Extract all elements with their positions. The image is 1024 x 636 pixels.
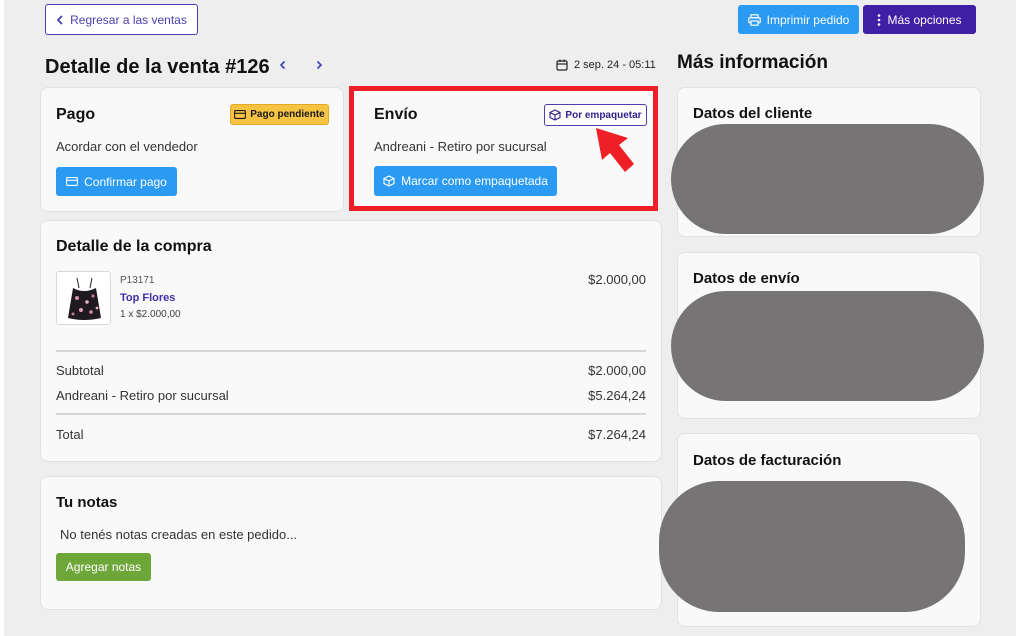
previous-order-button[interactable]: [274, 57, 290, 73]
purchase-detail-card: Detalle de la compra P13171 Top Flores 1…: [40, 220, 662, 462]
shipping-cost-label: Andreani - Retiro por sucursal: [56, 388, 229, 403]
product-price: $2.000,00: [588, 272, 646, 287]
notes-empty-text: No tenés notas creadas en este pedido...: [60, 527, 298, 542]
payment-method-text: Acordar con el vendedor: [56, 139, 198, 154]
dots-vertical-icon: [878, 13, 881, 26]
redacted-area: [659, 481, 965, 612]
divider: [56, 413, 646, 415]
more-info-title: Más información: [677, 52, 828, 73]
back-button-label: Regresar a las ventas: [70, 12, 187, 27]
divider: [56, 350, 646, 352]
confirm-payment-button[interactable]: Confirmar pago: [56, 167, 177, 196]
shipping-cost-value: $5.264,24: [588, 388, 646, 403]
payment-pending-badge: Pago pendiente: [230, 104, 329, 125]
redacted-area: [671, 124, 984, 234]
package-icon: [383, 175, 395, 187]
chevron-left-icon: [279, 60, 285, 70]
product-sku: P13171: [120, 275, 155, 286]
payment-badge-label: Pago pendiente: [250, 109, 325, 120]
subtotal-label: Subtotal: [56, 363, 104, 378]
more-options-label: Más opciones: [887, 12, 962, 27]
mark-packed-label: Marcar como empaquetada: [401, 174, 548, 188]
billing-data-card: Datos de facturación: [659, 433, 981, 627]
order-date-text: 2 sep. 24 - 05:11: [574, 59, 656, 71]
print-button-label: Imprimir pedido: [766, 12, 850, 27]
client-data-title: Datos del cliente: [693, 105, 813, 122]
product-quantity: 1 x $2.000,00: [120, 309, 181, 320]
product-image-icon: [57, 272, 110, 324]
client-data-card: Datos del cliente: [671, 87, 984, 237]
notes-title: Tu notas: [56, 494, 118, 511]
next-order-button[interactable]: [311, 57, 327, 73]
more-options-button[interactable]: Más opciones: [863, 5, 976, 34]
shipping-method-text: Andreani - Retiro por sucursal: [374, 139, 547, 154]
subtotal-value: $2.000,00: [588, 363, 646, 378]
shipping-title: Envío: [374, 106, 418, 123]
billing-data-title: Datos de facturación: [693, 452, 842, 469]
calendar-icon: [556, 59, 568, 71]
back-to-sales-button[interactable]: Regresar a las ventas: [45, 4, 198, 35]
print-order-button[interactable]: Imprimir pedido: [738, 5, 859, 34]
credit-card-icon: [234, 110, 247, 119]
product-name-link[interactable]: Top Flores: [120, 292, 175, 304]
payment-title: Pago: [56, 106, 96, 123]
shipping-data-title: Datos de envío: [693, 270, 800, 287]
confirm-payment-label: Confirmar pago: [84, 174, 167, 189]
printer-icon: [747, 13, 761, 26]
chevron-left-icon: [56, 14, 63, 25]
notes-card: Tu notas No tenés notas creadas en este …: [40, 476, 662, 610]
total-value: $7.264,24: [588, 427, 646, 442]
payment-card: Pago Pago pendiente Acordar con el vende…: [40, 87, 344, 212]
credit-card-icon: [66, 177, 79, 186]
arrow-pointer-icon: [596, 128, 634, 172]
to-pack-badge: Por empaquetar: [544, 104, 647, 126]
total-label: Total: [56, 427, 84, 442]
add-notes-button[interactable]: Agregar notas: [56, 553, 151, 581]
package-icon: [549, 109, 561, 121]
to-pack-badge-label: Por empaquetar: [565, 109, 642, 121]
purchase-detail-title: Detalle de la compra: [56, 238, 212, 255]
shipping-data-card: Datos de envío: [671, 252, 984, 419]
page-title: Detalle de la venta #126: [45, 56, 270, 78]
product-thumbnail: [56, 271, 111, 325]
redacted-area: [671, 291, 984, 401]
order-date: 2 sep. 24 - 05:11: [556, 59, 656, 71]
chevron-right-icon: [316, 60, 322, 70]
right-edge: [1016, 0, 1024, 636]
left-edge: [0, 0, 4, 636]
mark-packed-button[interactable]: Marcar como empaquetada: [374, 166, 557, 196]
